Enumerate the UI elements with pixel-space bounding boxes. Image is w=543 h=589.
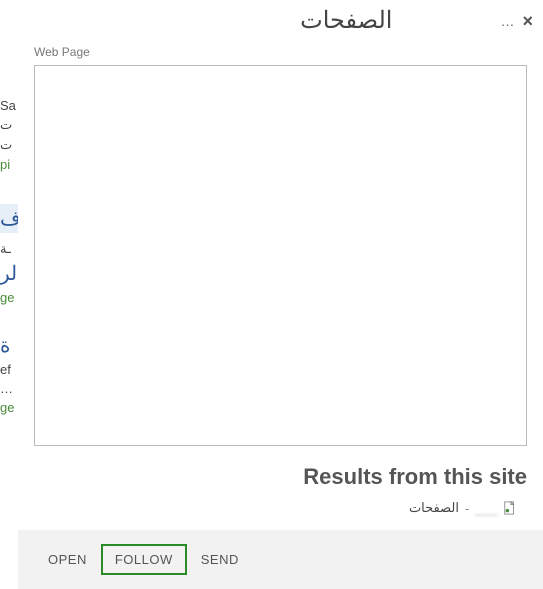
open-button[interactable]: OPEN <box>34 544 101 575</box>
bg-text: ـة <box>0 241 18 257</box>
result-item[interactable]: الصفحات - ___ <box>18 496 543 530</box>
send-button[interactable]: SEND <box>187 544 253 575</box>
page-icon <box>503 501 517 515</box>
dialog-title: الصفحات <box>28 6 492 35</box>
bg-text: Sa <box>0 98 18 113</box>
result-title: الصفحات <box>409 500 459 516</box>
bg-text: … <box>0 381 18 396</box>
more-menu-icon[interactable]: … <box>500 14 514 28</box>
background-clipped-content: Sa ت ت pi ف ـة الر ge ة ef … ge <box>0 0 18 589</box>
close-icon[interactable]: × <box>522 12 533 30</box>
bg-text: ef <box>0 362 18 377</box>
action-bar: OPEN FOLLOW SEND <box>18 530 543 589</box>
results-heading: Results from this site <box>18 446 543 496</box>
bg-text: ف <box>0 204 18 233</box>
bg-text: ت <box>0 117 18 133</box>
bg-text: الر <box>0 261 18 286</box>
bg-text: ت <box>0 137 18 153</box>
preview-label: Web Page <box>18 35 543 65</box>
dialog-header: الصفحات … × <box>18 0 543 35</box>
hover-card-dialog: الصفحات … × Web Page Results from this s… <box>18 0 543 589</box>
follow-button[interactable]: FOLLOW <box>101 544 187 575</box>
bg-text: pi <box>0 157 18 172</box>
result-host: ___ <box>475 501 497 516</box>
web-page-preview <box>34 65 527 446</box>
bg-text: ge <box>0 400 18 415</box>
result-separator: - <box>465 501 469 516</box>
bg-text: ge <box>0 290 18 305</box>
bg-text: ة <box>0 333 18 358</box>
